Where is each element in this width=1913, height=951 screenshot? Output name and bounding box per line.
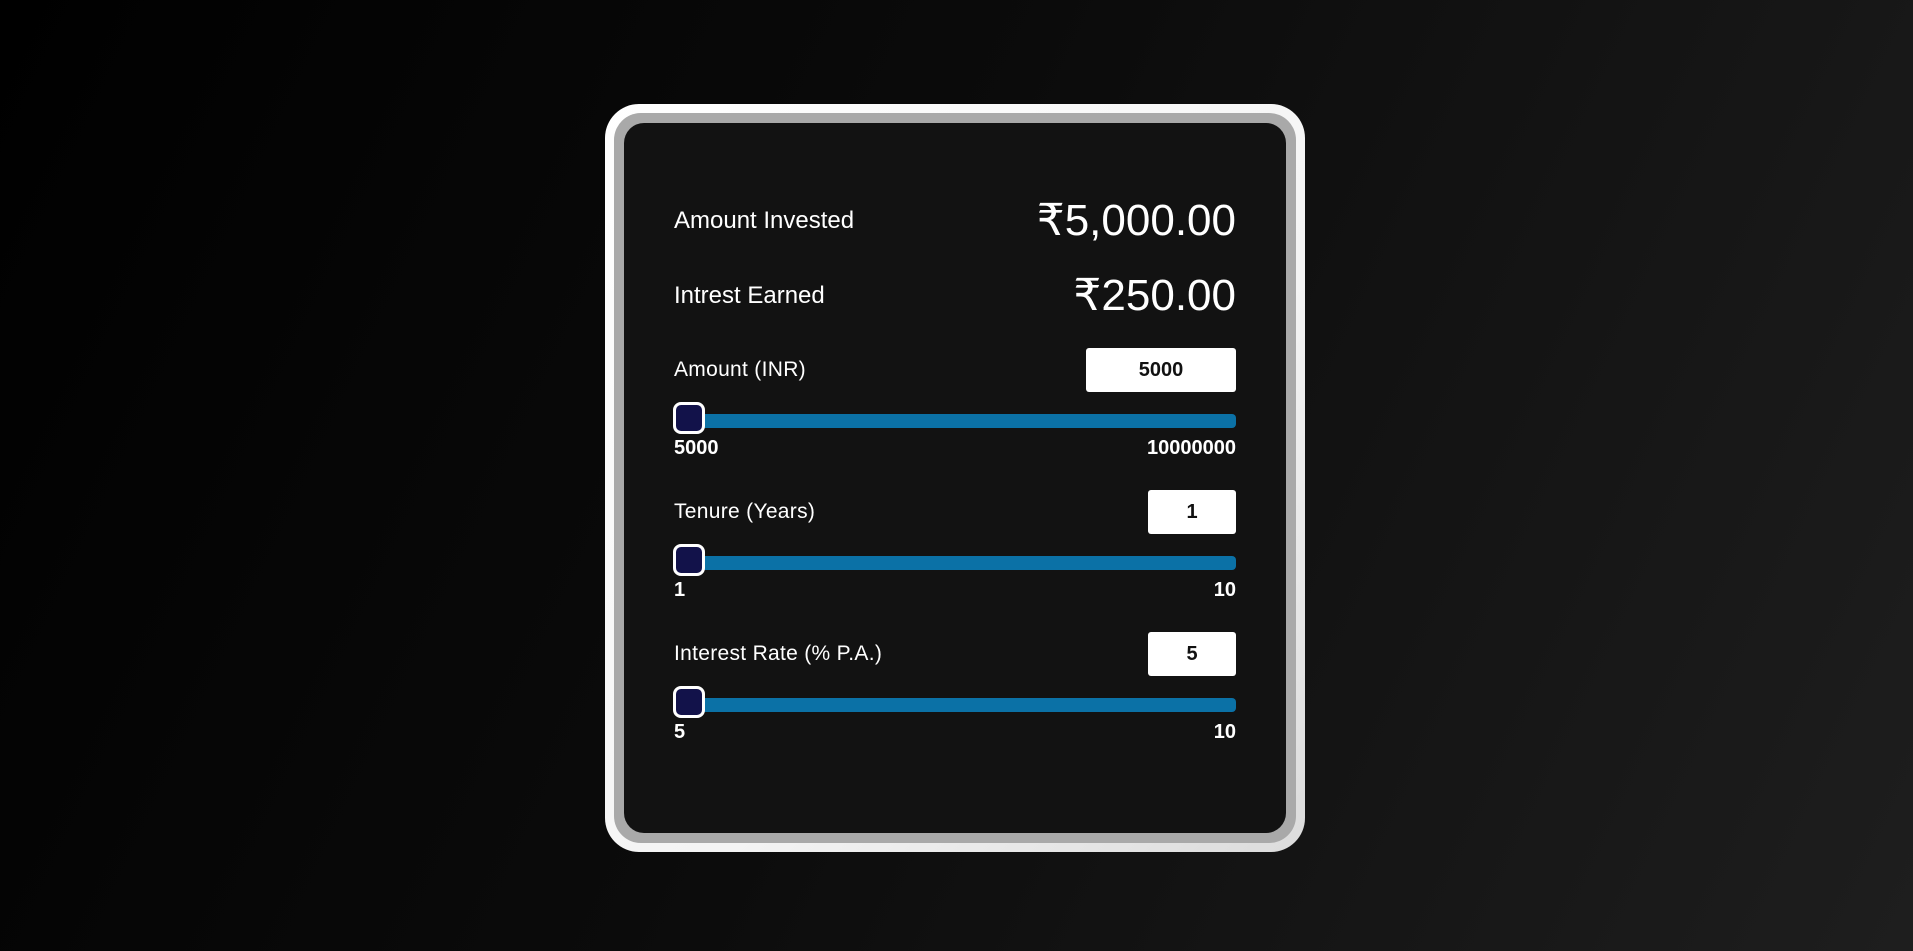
amount-invested-value: ₹5,000.00 — [1036, 196, 1236, 245]
tenure-label: Tenure (Years) — [674, 500, 816, 523]
calculator-card-border: Amount Invested ₹5,000.00 Intrest Earned… — [614, 113, 1296, 843]
amount-range: 5000 10000000 — [674, 437, 1236, 460]
interest-earned-label: Intrest Earned — [674, 281, 825, 309]
calculator-content: Amount Invested ₹5,000.00 Intrest Earned… — [673, 183, 1236, 744]
amount-slider[interactable] — [673, 402, 1236, 436]
amount-field-row: Amount (INR) — [674, 348, 1236, 392]
tenure-input[interactable] — [1148, 490, 1236, 534]
tenure-max-label: 10 — [1213, 579, 1236, 601]
rate-field-row: Interest Rate (% P.A.) — [674, 632, 1236, 676]
tenure-field-row: Tenure (Years) — [674, 490, 1236, 534]
rate-label: Interest Rate (% P.A.) — [674, 642, 883, 665]
calculator-card-frame: Amount Invested ₹5,000.00 Intrest Earned… — [605, 104, 1305, 852]
tenure-section: Tenure (Years) 1 10 — [673, 490, 1236, 602]
rate-input[interactable] — [1148, 632, 1236, 676]
tenure-slider-track[interactable] — [674, 556, 1236, 570]
calculator-card: Amount Invested ₹5,000.00 Intrest Earned… — [624, 123, 1286, 833]
amount-slider-thumb[interactable] — [673, 402, 705, 434]
amount-section: Amount (INR) 5000 10000000 — [673, 348, 1236, 460]
amount-label: Amount (INR) — [674, 358, 806, 381]
amount-max-label: 10000000 — [1147, 437, 1236, 459]
amount-invested-row: Amount Invested ₹5,000.00 — [674, 183, 1236, 258]
interest-earned-row: Intrest Earned ₹250.00 — [674, 258, 1236, 333]
amount-invested-label: Amount Invested — [674, 206, 855, 234]
tenure-slider[interactable] — [673, 544, 1236, 578]
rate-slider-track[interactable] — [674, 698, 1236, 712]
tenure-min-label: 1 — [674, 579, 686, 601]
interest-earned-value: ₹250.00 — [1073, 271, 1236, 320]
rate-min-label: 5 — [674, 721, 686, 743]
amount-min-label: 5000 — [674, 437, 719, 459]
rate-section: Interest Rate (% P.A.) 5 10 — [673, 632, 1236, 744]
amount-input[interactable] — [1086, 348, 1236, 392]
rate-max-label: 10 — [1213, 721, 1236, 743]
rate-range: 5 10 — [674, 721, 1236, 744]
tenure-range: 1 10 — [674, 579, 1236, 602]
amount-slider-track[interactable] — [674, 414, 1236, 428]
rate-slider-thumb[interactable] — [673, 686, 705, 718]
rate-slider[interactable] — [673, 686, 1236, 720]
tenure-slider-thumb[interactable] — [673, 544, 705, 576]
